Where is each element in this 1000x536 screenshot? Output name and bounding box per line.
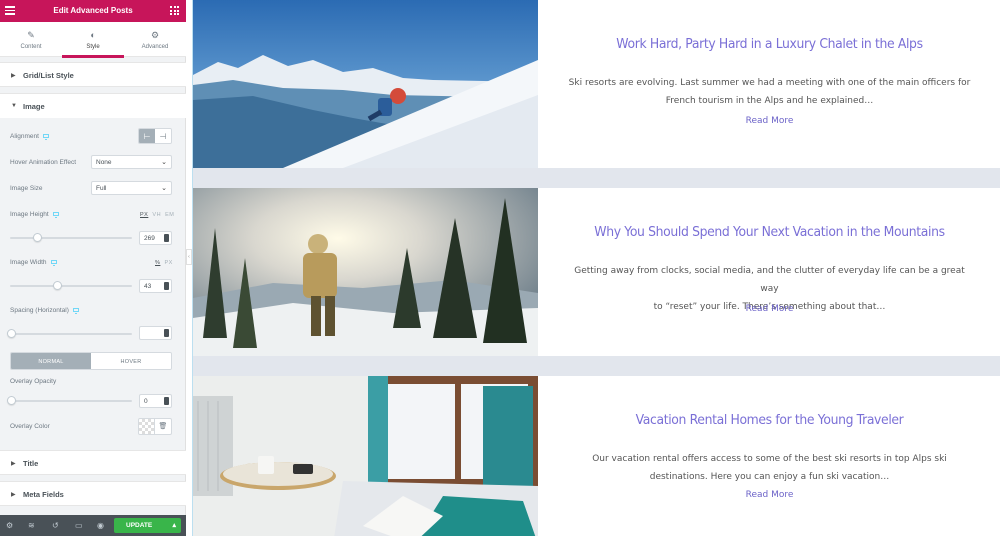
overlay-color-picker: 🗑 <box>138 418 172 435</box>
post-content: Vacation Rental Homes for the Young Trav… <box>538 376 1000 536</box>
unit-px[interactable]: PX <box>140 212 148 218</box>
read-more-link[interactable]: Read More <box>538 490 1000 500</box>
height-units: PX VH EM <box>140 212 174 218</box>
pencil-icon: ✎ <box>27 30 35 40</box>
hover-animation-label: Hover Animation Effect <box>10 159 76 166</box>
section-image[interactable]: ▼ Image <box>0 93 186 118</box>
caret-right-icon: ▶ <box>11 492 16 498</box>
post-separator <box>193 356 1000 376</box>
read-more-link[interactable]: Read More <box>538 304 1000 314</box>
post-card: Work Hard, Party Hard in a Luxury Chalet… <box>193 0 1000 168</box>
spacing-input[interactable] <box>139 326 172 340</box>
trash-icon[interactable]: 🗑 <box>155 418 172 435</box>
section-title[interactable]: ▶ Title <box>0 450 186 475</box>
tab-advanced[interactable]: ⚙ Advanced <box>124 22 186 57</box>
read-more-link[interactable]: Read More <box>538 116 1000 126</box>
post-title[interactable]: Why You Should Spend Your Next Vacation … <box>557 224 983 240</box>
section-meta-fields[interactable]: ▶ Meta Fields <box>0 481 186 506</box>
image-height-input[interactable]: 269 <box>139 231 172 245</box>
align-left-button[interactable]: ⊢ <box>139 129 155 143</box>
color-swatch[interactable] <box>138 418 155 435</box>
alignment-toggle: ⊢ ⊣ <box>138 128 172 144</box>
post-card: Why You Should Spend Your Next Vacation … <box>193 188 1000 356</box>
caret-up-icon[interactable]: ▴ <box>172 521 176 529</box>
settings-icon[interactable]: ⚙ <box>6 521 13 530</box>
overlay-color-label: Overlay Color <box>10 423 50 430</box>
post-thumbnail[interactable] <box>193 188 538 356</box>
responsive-monitor-icon[interactable] <box>42 134 49 141</box>
responsive-monitor-icon[interactable] <box>52 212 59 219</box>
panel-header: Edit Advanced Posts <box>0 0 186 22</box>
overlay-opacity-input[interactable]: 0 <box>139 394 172 408</box>
spacing-slider[interactable] <box>7 329 132 339</box>
normal-hover-tabs: NORMAL HOVER <box>10 352 172 370</box>
post-title[interactable]: Work Hard, Party Hard in a Luxury Chalet… <box>557 36 983 52</box>
spacing-label: Spacing (Horizontal) <box>10 307 79 315</box>
post-excerpt: Ski resorts are evolving. Last summer we… <box>568 78 971 106</box>
post-thumbnail[interactable] <box>193 376 538 536</box>
half-circle-icon: ◐ <box>90 30 96 40</box>
width-units: % PX <box>155 260 173 266</box>
preview-canvas: Work Hard, Party Hard in a Luxury Chalet… <box>192 0 1000 536</box>
tab-style[interactable]: ◐ Style <box>62 22 124 58</box>
slider-handle[interactable] <box>7 396 16 405</box>
image-height-slider[interactable] <box>10 233 132 243</box>
responsive-mode-icon[interactable]: ▭ <box>75 521 83 530</box>
caret-down-icon: ▼ <box>11 103 17 109</box>
tab-content[interactable]: ✎ Content <box>0 22 62 57</box>
post-thumbnail[interactable] <box>193 0 538 168</box>
active-tab-indicator <box>62 55 124 58</box>
post-content: Work Hard, Party Hard in a Luxury Chalet… <box>538 0 1000 168</box>
overlay-opacity-slider[interactable] <box>7 396 132 406</box>
gear-icon: ⚙ <box>150 30 160 40</box>
unit-px[interactable]: PX <box>164 260 172 266</box>
post-separator <box>193 168 1000 188</box>
overlay-opacity-label: Overlay Opacity <box>10 378 57 385</box>
post-excerpt: Our vacation rental offers access to som… <box>592 454 947 482</box>
panel-footer: ⚙ ≋ ↺ ▭ ◉ UPDATE ▴ <box>0 515 186 536</box>
unit-vh[interactable]: VH <box>152 212 161 218</box>
chevron-down-icon: ⌄ <box>161 185 167 192</box>
hover-animation-select[interactable]: None ⌄ <box>91 155 172 169</box>
history-icon[interactable]: ↺ <box>52 521 59 530</box>
image-width-input[interactable]: 43 <box>139 279 172 293</box>
unit-em[interactable]: EM <box>165 212 174 218</box>
slider-handle[interactable] <box>7 329 16 338</box>
image-size-select[interactable]: Full ⌄ <box>91 181 172 195</box>
post-card: Vacation Rental Homes for the Young Trav… <box>193 376 1000 536</box>
update-button[interactable]: UPDATE ▴ <box>114 518 181 533</box>
stepper-icon[interactable] <box>164 234 169 242</box>
responsive-monitor-icon[interactable] <box>50 260 57 267</box>
preview-eye-icon[interactable]: ◉ <box>97 521 104 530</box>
panel-tabs: ✎ Content ◐ Style ⚙ Advanced <box>0 22 186 58</box>
layers-icon[interactable]: ≋ <box>28 521 35 530</box>
post-title[interactable]: Vacation Rental Homes for the Young Trav… <box>557 412 983 428</box>
editor-panel: Edit Advanced Posts ✎ Content ◐ Style ⚙ … <box>0 0 186 536</box>
chevron-down-icon: ⌄ <box>161 159 167 166</box>
image-height-label: Image Height <box>10 211 59 219</box>
stepper-icon[interactable] <box>164 282 169 290</box>
image-width-label: Image Width <box>10 259 57 267</box>
widgets-grid-icon[interactable] <box>170 6 179 15</box>
tab-hover[interactable]: HOVER <box>91 353 171 369</box>
align-right-button[interactable]: ⊣ <box>155 129 171 143</box>
image-width-slider[interactable] <box>10 281 132 291</box>
section-grid-list-style[interactable]: ▶ Grid/List Style <box>0 62 186 87</box>
slider-handle[interactable] <box>52 281 62 290</box>
caret-right-icon: ▶ <box>11 461 16 467</box>
panel-title: Edit Advanced Posts <box>53 6 133 15</box>
tab-normal[interactable]: NORMAL <box>11 353 91 369</box>
caret-right-icon: ▶ <box>11 73 16 79</box>
stepper-icon[interactable] <box>164 397 169 405</box>
stepper-icon[interactable] <box>164 329 169 337</box>
post-content: Why You Should Spend Your Next Vacation … <box>538 188 1000 356</box>
slider-handle[interactable] <box>32 233 42 242</box>
image-size-label: Image Size <box>10 185 43 192</box>
responsive-monitor-icon[interactable] <box>72 308 79 315</box>
unit-percent[interactable]: % <box>155 260 160 266</box>
alignment-label: Alignment <box>10 133 49 141</box>
